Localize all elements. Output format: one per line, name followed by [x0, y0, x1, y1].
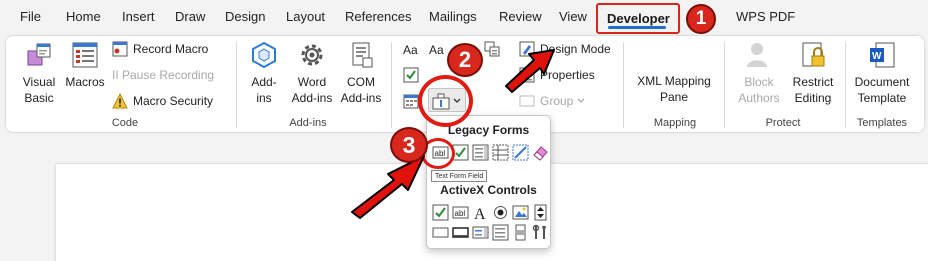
warning-icon — [112, 93, 128, 109]
visual-basic-icon — [27, 43, 51, 66]
tab-insert[interactable]: Insert — [122, 9, 155, 24]
activex-scroll-bar-icon[interactable] — [512, 224, 529, 241]
pause-recording-label: II Pause Recording — [112, 68, 215, 82]
activex-command-button-icon[interactable] — [452, 224, 469, 241]
group-separator — [845, 42, 846, 128]
tab-file[interactable]: File — [20, 9, 41, 24]
tab-design[interactable]: Design — [225, 9, 265, 24]
restrict-editing-label: Restrict Editing — [792, 75, 834, 105]
ribbon-tab-bar: File Home Insert Draw Design Layout Refe… — [0, 0, 928, 36]
lock-document-icon — [802, 42, 825, 67]
word-addins-button[interactable]: Word Add-ins — [288, 40, 336, 106]
step-1-badge: 1 — [686, 4, 716, 34]
svg-text:Aa: Aa — [403, 43, 418, 56]
tab-references[interactable]: References — [345, 9, 411, 24]
activex-label-icon[interactable]: A — [472, 204, 489, 221]
record-macro-icon — [112, 41, 128, 57]
tab-mailings[interactable]: Mailings — [429, 9, 477, 24]
activex-frame-icon[interactable] — [432, 224, 449, 241]
tab-developer-label: Developer — [607, 11, 670, 26]
step-2-badge: 2 — [447, 43, 483, 77]
tab-review[interactable]: Review — [499, 9, 542, 24]
macros-icon — [72, 42, 98, 68]
restrict-editing-button[interactable]: Restrict Editing — [788, 40, 838, 106]
rich-text-content-control-icon[interactable]: Aa — [403, 42, 421, 56]
document-template-button[interactable]: W Document Template — [851, 40, 913, 106]
addins-label: Add- ins — [251, 75, 277, 105]
activex-textbox-icon[interactable]: abl — [452, 204, 469, 221]
group-label-mapping: Mapping — [653, 117, 697, 129]
group-separator — [623, 42, 624, 128]
document-template-label: Document Template — [854, 75, 910, 105]
com-addins-label: COM Add-ins — [340, 75, 382, 105]
active-tab-underline — [608, 26, 666, 29]
tab-developer[interactable]: Developer — [596, 3, 680, 34]
reset-form-fields-eraser-icon[interactable] — [532, 144, 549, 161]
pause-recording-button[interactable]: II Pause Recording — [112, 65, 214, 85]
xml-mapping-pane-button[interactable]: XML Mapping Pane — [632, 40, 716, 105]
user-block-icon — [747, 43, 767, 67]
group-label-protect: Protect — [765, 117, 801, 129]
activex-option-button-icon[interactable] — [492, 204, 509, 221]
visual-basic-button[interactable]: Visual Basic — [18, 40, 60, 106]
visual-basic-label: Visual Basic — [22, 75, 56, 105]
macros-label: Macros — [65, 75, 105, 89]
activex-combo-box-icon[interactable] — [472, 224, 489, 241]
tab-view[interactable]: View — [559, 9, 587, 24]
group-separator — [236, 42, 237, 128]
block-authors-label: Block Authors — [738, 75, 780, 105]
tab-home[interactable]: Home — [66, 9, 101, 24]
xml-mapping-pane-label: XML Mapping Pane — [637, 74, 711, 104]
text-form-field-tooltip: Text Form Field — [431, 170, 488, 182]
gear-icon — [301, 44, 323, 66]
svg-text:W: W — [872, 51, 882, 62]
activex-list-box-icon[interactable] — [492, 224, 509, 241]
checkbox-control-icon[interactable] — [403, 67, 419, 83]
macro-security-button[interactable]: Macro Security — [112, 91, 213, 111]
svg-text:abl: abl — [455, 209, 466, 218]
chevron-down-icon — [577, 98, 585, 103]
addins-hexagon-icon — [252, 41, 276, 69]
activex-image-icon[interactable] — [512, 204, 529, 221]
macro-security-label: Macro Security — [133, 94, 214, 108]
svg-text:Aa: Aa — [429, 43, 444, 56]
tab-wps-pdf[interactable]: WPS PDF — [736, 9, 795, 24]
tab-draw[interactable]: Draw — [175, 9, 205, 24]
record-macro-button[interactable]: Record Macro — [112, 39, 208, 59]
activex-checkbox-icon[interactable] — [432, 204, 449, 221]
word-addins-label: Word Add-ins — [291, 75, 333, 105]
group-label-templates: Templates — [856, 117, 908, 129]
step-3-badge: 3 — [390, 127, 428, 163]
form-field-shading-icon[interactable] — [512, 144, 529, 161]
activex-spin-button-icon[interactable] — [532, 204, 549, 221]
drop-down-form-field-icon[interactable] — [472, 144, 489, 161]
svg-text:A: A — [474, 206, 486, 221]
group-label-addins: Add-ins — [289, 117, 327, 129]
insert-table-icon[interactable] — [492, 144, 509, 161]
addins-button[interactable]: Add- ins — [246, 40, 282, 106]
legacy-tools-dropdown: Legacy Forms abl ActiveX Controls abl A — [426, 115, 551, 249]
com-addins-button[interactable]: COM Add-ins — [338, 40, 384, 106]
word-document-icon: W — [870, 42, 895, 68]
block-authors-button[interactable]: Block Authors — [729, 40, 789, 106]
record-macro-label: Record Macro — [133, 42, 209, 56]
tab-layout[interactable]: Layout — [286, 9, 325, 24]
step-3-arrow-icon — [351, 155, 425, 219]
group-separator — [391, 42, 392, 128]
more-controls-tools-icon[interactable] — [532, 224, 549, 241]
com-addins-icon — [352, 42, 373, 68]
plain-text-content-control-icon[interactable]: Aa — [429, 42, 447, 56]
activex-controls-heading: ActiveX Controls — [440, 183, 537, 197]
group-separator — [724, 42, 725, 128]
date-picker-control-icon[interactable] — [403, 93, 419, 109]
macros-button[interactable]: Macros — [63, 40, 107, 90]
group-label-code: Code — [111, 117, 139, 129]
